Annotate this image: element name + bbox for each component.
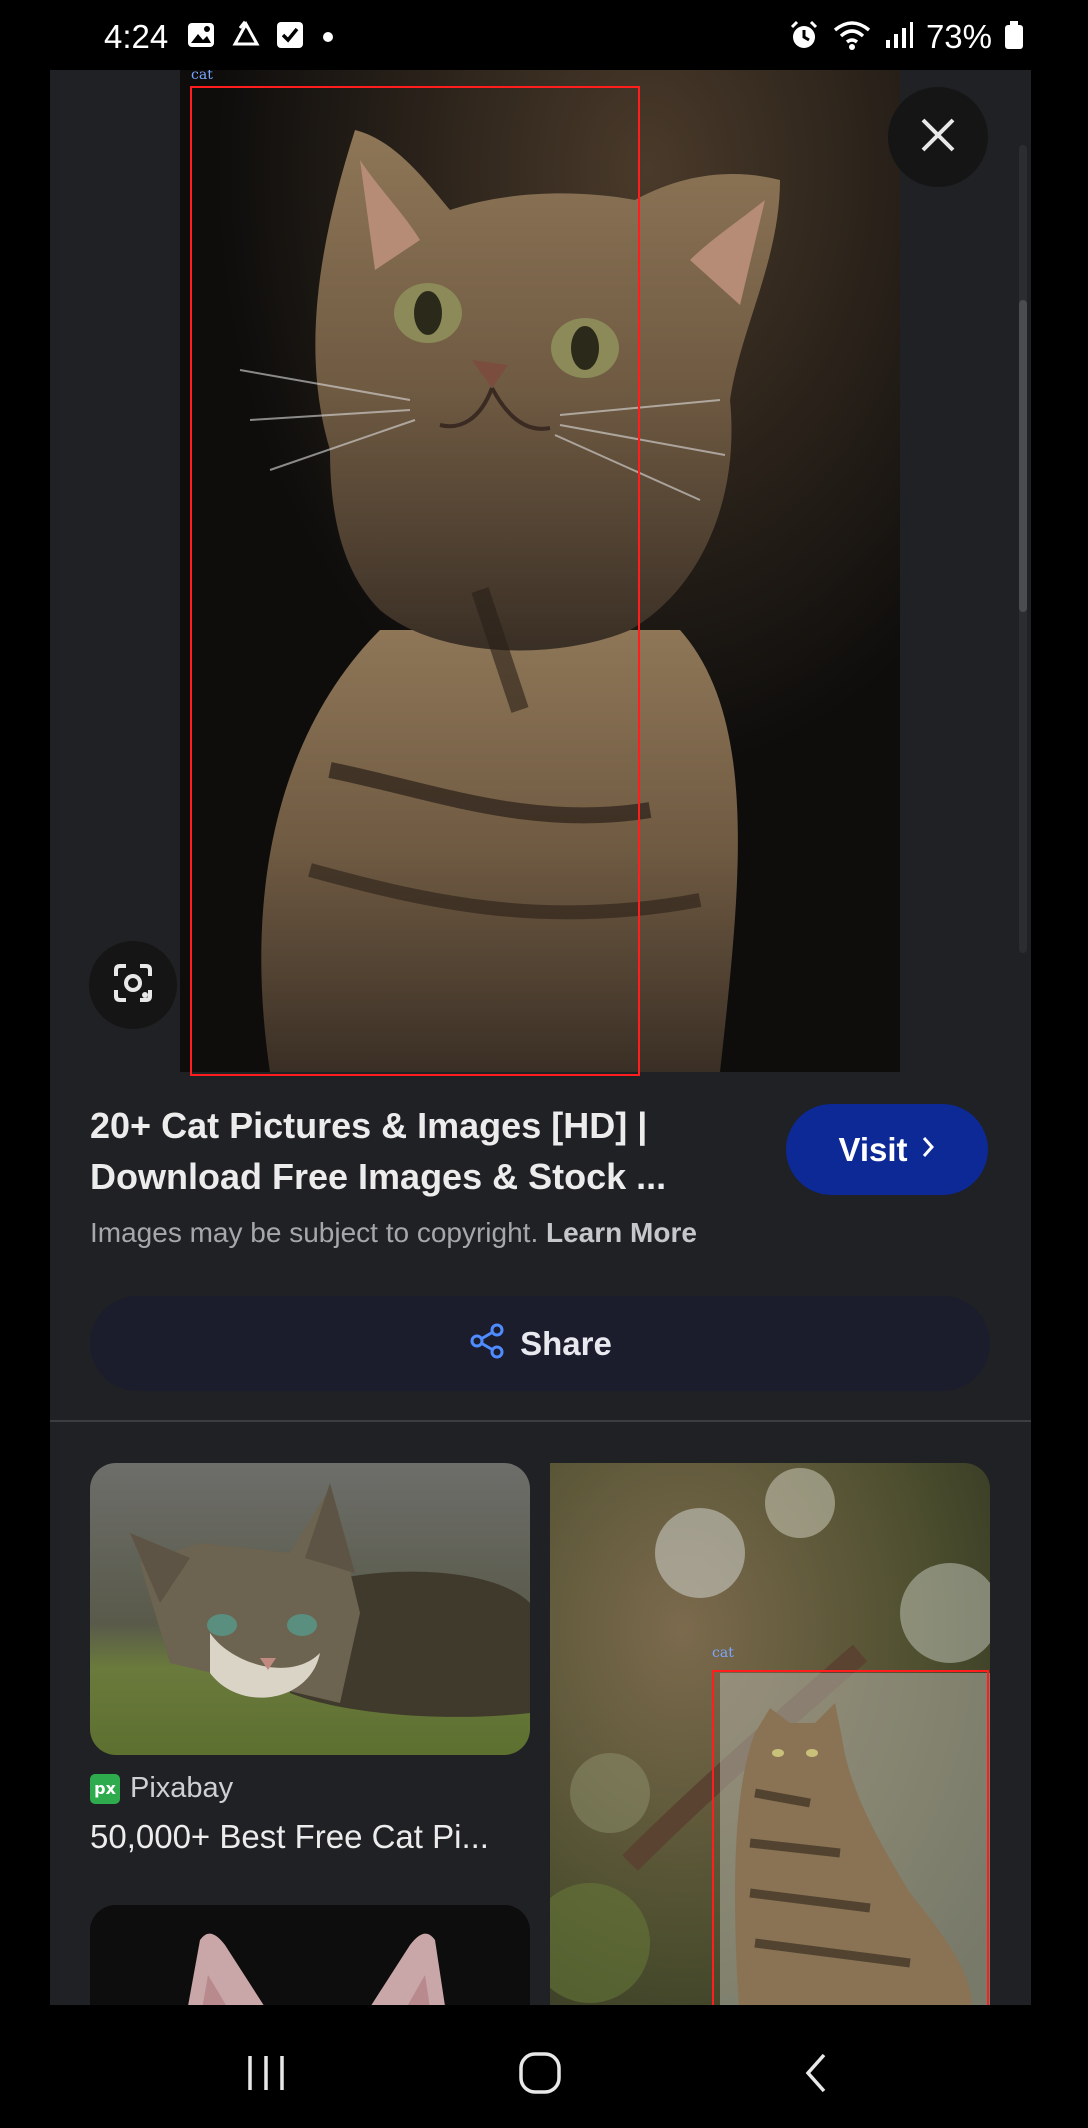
recents-icon [244, 2053, 288, 2098]
battery-icon [1004, 20, 1024, 55]
share-icon [468, 1322, 506, 1365]
related-cat-photo-3 [90, 1905, 530, 2005]
recents-button[interactable] [226, 2045, 306, 2105]
share-button[interactable]: Share [90, 1296, 990, 1391]
back-button[interactable] [776, 2045, 856, 2105]
home-icon [518, 2051, 562, 2100]
wifi-icon [832, 19, 872, 56]
status-right-icons: 73% [788, 18, 1024, 56]
detection-label: cat [191, 70, 213, 83]
related-cat-photo-1 [90, 1463, 530, 1755]
battery-percent: 73% [925, 18, 992, 55]
copyright-text: Images may be subject to copyright. [90, 1217, 539, 1248]
close-icon [919, 116, 957, 159]
related-image-card[interactable] [90, 1905, 530, 2005]
recycle-icon [230, 20, 262, 55]
visit-button[interactable]: Visit [786, 1104, 988, 1195]
related-image-title[interactable]: 50,000+ Best Free Cat Pi... [90, 1818, 489, 1856]
navigation-bar [0, 2005, 1088, 2128]
close-button[interactable] [888, 87, 988, 187]
scrollbar-thumb[interactable] [1019, 300, 1027, 612]
lens-button[interactable] [89, 941, 177, 1029]
related-source[interactable]: px Pixabay [90, 1772, 233, 1805]
detection-box [190, 86, 640, 1076]
checkbox-icon [276, 21, 304, 54]
result-title[interactable]: 20+ Cat Pictures & Images [HD] | Downloa… [90, 1100, 730, 1202]
result-title-line1: 20+ Cat Pictures & Images [HD] | [90, 1105, 648, 1146]
related-image-card[interactable] [90, 1463, 530, 1755]
gallery-icon [186, 20, 216, 55]
divider [50, 1420, 1031, 1422]
signal-icon [884, 20, 914, 55]
visit-label: Visit [838, 1130, 908, 1168]
detection-box [712, 1670, 989, 2005]
dot-icon [318, 21, 338, 54]
pixabay-logo-icon: px [90, 1773, 120, 1804]
share-label: Share [520, 1324, 612, 1362]
chevron-right-icon [920, 1135, 936, 1164]
alarm-icon [788, 19, 820, 56]
detection-label: cat [712, 1645, 734, 1661]
learn-more-link[interactable]: Learn More [546, 1217, 697, 1248]
lens-icon [110, 960, 156, 1011]
status-time: 4:24 [104, 18, 169, 55]
home-button[interactable] [500, 2045, 580, 2105]
status-bar: 4:24 73% [0, 0, 1088, 70]
source-name: Pixabay [130, 1772, 234, 1804]
result-title-line2: Download Free Images & Stock ... [90, 1156, 667, 1197]
back-icon [801, 2051, 831, 2100]
status-left-icons [186, 20, 338, 55]
image-viewer-panel: cat 20+ Cat Pictures & Images [HD] | Dow… [50, 70, 1031, 2005]
copyright-notice: Images may be subject to copyright. Lear… [90, 1217, 697, 1249]
